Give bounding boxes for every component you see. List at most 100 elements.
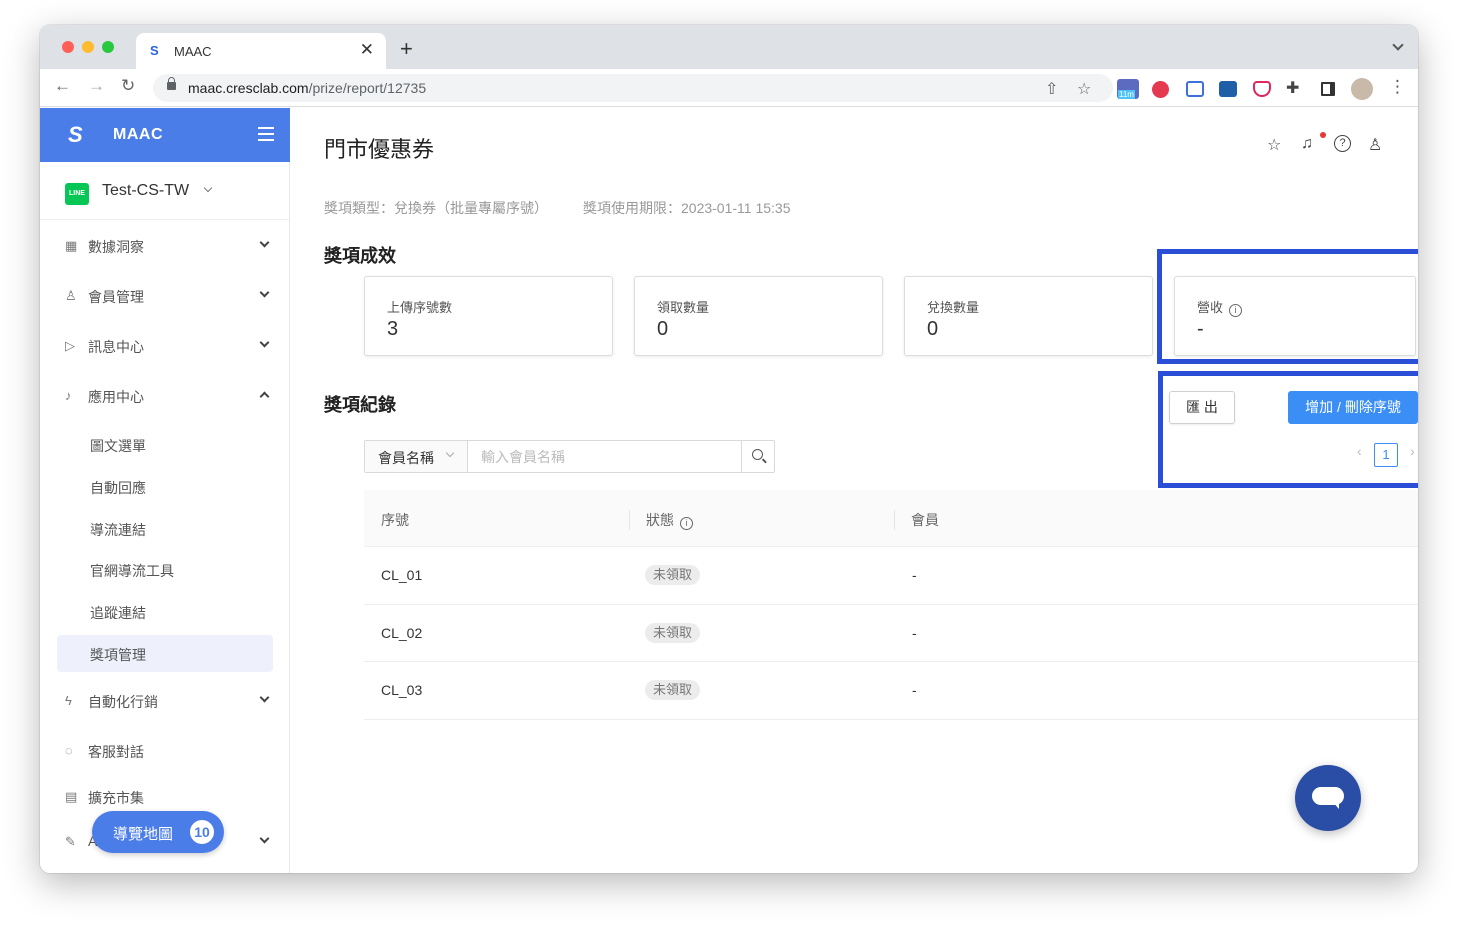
sidepanel-icon[interactable] — [1321, 82, 1335, 96]
close-window-button[interactable] — [62, 41, 74, 53]
member-search-input[interactable] — [469, 441, 743, 472]
help-icon[interactable]: ? — [1334, 135, 1351, 152]
highlight-box-actions — [1158, 371, 1418, 488]
chevron-down-icon — [259, 833, 270, 844]
more-icon[interactable]: ⋮ — [1389, 77, 1406, 97]
sidebar-item-customer-chat[interactable]: ◌ 客服對話 — [40, 731, 290, 771]
guide-map-label: 導覽地圖 — [113, 826, 174, 843]
profile-avatar-icon[interactable] — [1351, 78, 1373, 100]
status-badge: 未領取 — [645, 565, 701, 585]
extension-s-icon[interactable] — [1219, 81, 1237, 97]
send-icon: ▷ — [65, 338, 75, 353]
member-search-filter: 會員名稱 — [364, 440, 775, 473]
bell-icon: ♪ — [65, 388, 72, 403]
url-text[interactable]: maac.cresclab.com/prize/report/12735 — [188, 80, 426, 96]
chat-support-button[interactable] — [1295, 765, 1361, 831]
search-button[interactable] — [741, 441, 774, 472]
account-switcher[interactable]: LINE Test-CS-TW — [40, 162, 290, 220]
new-tab-button[interactable]: + — [400, 36, 413, 62]
prev-page-icon[interactable]: ‹ — [1357, 443, 1362, 459]
table-row: CL_02 未領取 - — [364, 605, 1418, 662]
minimize-window-button[interactable] — [82, 41, 94, 53]
column-header-member: 會員 — [911, 512, 939, 528]
tab-search-chevron-icon[interactable] — [1392, 39, 1404, 51]
filter-type-select[interactable]: 會員名稱 — [365, 441, 468, 472]
table-row: CL_03 未領取 - — [364, 662, 1418, 720]
address-bar[interactable]: maac.cresclab.com/prize/report/12735 ⇧ ☆ — [153, 74, 1113, 102]
sidebar-subitem-traffic-link[interactable]: 導流連結 — [57, 510, 273, 547]
sidebar-subitem-autoreply[interactable]: 自動回應 — [57, 468, 273, 505]
sidebar-subitem-prize-management[interactable]: 獎項管理 — [57, 635, 273, 672]
sidebar-subitem-richmenu[interactable]: 圖文選單 — [57, 426, 273, 463]
column-divider — [894, 510, 895, 530]
stat-card-redeemed: 兌換數量 0 — [904, 276, 1153, 356]
notification-dot — [1320, 132, 1326, 138]
cell-member: - — [912, 624, 917, 641]
sidebar-item-apps[interactable]: ♪ 應用中心 — [40, 376, 290, 416]
sidebar-item-insights[interactable]: ▦ 數據洞察 — [40, 226, 290, 266]
column-header-serial: 序號 — [381, 512, 409, 528]
sidebar-subitem-label: 圖文選單 — [90, 438, 146, 454]
chevron-down-icon — [203, 183, 213, 193]
sidebar-item-members[interactable]: ♙ 會員管理 — [40, 276, 290, 316]
highlight-box-revenue — [1157, 249, 1418, 364]
sidebar-subitem-label: 官網導流工具 — [90, 563, 174, 579]
sidebar-item-label: 會員管理 — [88, 289, 144, 305]
info-icon[interactable]: i — [680, 517, 693, 530]
add-remove-serial-button[interactable]: 增加 / 刪除序號 — [1288, 391, 1418, 424]
close-tab-icon[interactable]: ✕ — [360, 40, 374, 60]
export-button[interactable]: 匯 出 — [1169, 391, 1235, 424]
table-row: CL_01 未領取 - — [364, 547, 1418, 605]
sidebar-item-label: 客服對話 — [88, 744, 144, 760]
chat-icon: ◌ — [65, 743, 73, 758]
user-icon: ♙ — [65, 288, 77, 303]
chevron-down-icon — [259, 337, 270, 348]
sidebar-subitem-label: 導流連結 — [90, 522, 146, 538]
page-title: 門市優惠券 — [324, 137, 435, 162]
chart-icon: ▦ — [65, 238, 78, 253]
sidebar-subitem-label: 自動回應 — [90, 480, 146, 496]
chat-bubble-icon — [1312, 787, 1344, 809]
stat-value: 0 — [927, 318, 939, 340]
sidebar-subitem-label: 追蹤連結 — [90, 605, 146, 621]
table-header: 序號 狀態 i 會員 — [364, 490, 1418, 547]
stat-card-claimed: 領取數量 0 — [634, 276, 883, 356]
next-page-icon[interactable]: › — [1410, 443, 1415, 459]
share-icon[interactable]: ⇧ — [1045, 79, 1058, 99]
main-content: 門市優惠券 ☆ ♫ ? ♙ 獎項類型：兌換券（批量專屬序號） 獎項使用期限：20… — [291, 108, 1418, 873]
extension-red-icon[interactable] — [1152, 81, 1169, 98]
star-icon[interactable]: ☆ — [1267, 135, 1281, 155]
notification-bell-icon[interactable]: ♫ — [1301, 135, 1313, 153]
sidebar-item-messages[interactable]: ▷ 訊息中心 — [40, 326, 290, 366]
cell-member: - — [912, 682, 917, 698]
reload-icon[interactable]: ↻ — [121, 76, 135, 96]
brand-name: MAAC — [113, 126, 163, 143]
calendar-extension-icon[interactable]: 11m — [1117, 79, 1139, 99]
stat-card-uploaded: 上傳序號數 3 — [364, 276, 613, 356]
chevron-down-icon — [259, 692, 270, 703]
menu-toggle-icon[interactable] — [258, 127, 274, 141]
back-arrow-icon[interactable]: ← — [54, 76, 71, 96]
extension-blue-icon[interactable] — [1186, 81, 1204, 97]
browser-tab[interactable]: S MAAC ✕ — [136, 33, 386, 69]
user-account-icon[interactable]: ♙ — [1368, 135, 1382, 155]
sidebar-item-automation[interactable]: ϟ 自動化行銷 — [40, 681, 290, 721]
sidebar-item-label: 自動化行銷 — [88, 694, 158, 710]
tab-title: MAAC — [174, 44, 212, 59]
column-header-status-wrap: 狀態 i — [646, 510, 693, 530]
extensions-icon[interactable]: ✚ — [1286, 78, 1299, 98]
prize-period: 獎項使用期限：2023-01-11 15:35 — [583, 200, 791, 216]
maximize-window-button[interactable] — [102, 41, 114, 53]
page-number[interactable]: 1 — [1374, 443, 1398, 467]
stat-label: 兌換數量 — [927, 300, 980, 315]
forward-arrow-icon[interactable]: → — [88, 76, 105, 96]
chevron-up-icon — [259, 391, 270, 402]
chevron-down-icon — [259, 287, 270, 298]
browser-toolbar: ← → ↻ maac.cresclab.com/prize/report/127… — [40, 69, 1418, 107]
pocket-icon[interactable] — [1253, 81, 1271, 97]
sidebar-subitem-web-tool[interactable]: 官網導流工具 — [57, 551, 273, 588]
account-name: Test-CS-TW — [102, 182, 190, 199]
guide-map-button[interactable]: 導覽地圖 10 — [92, 811, 224, 853]
star-icon[interactable]: ☆ — [1077, 79, 1091, 99]
sidebar-subitem-tracking-link[interactable]: 追蹤連結 — [57, 593, 273, 630]
